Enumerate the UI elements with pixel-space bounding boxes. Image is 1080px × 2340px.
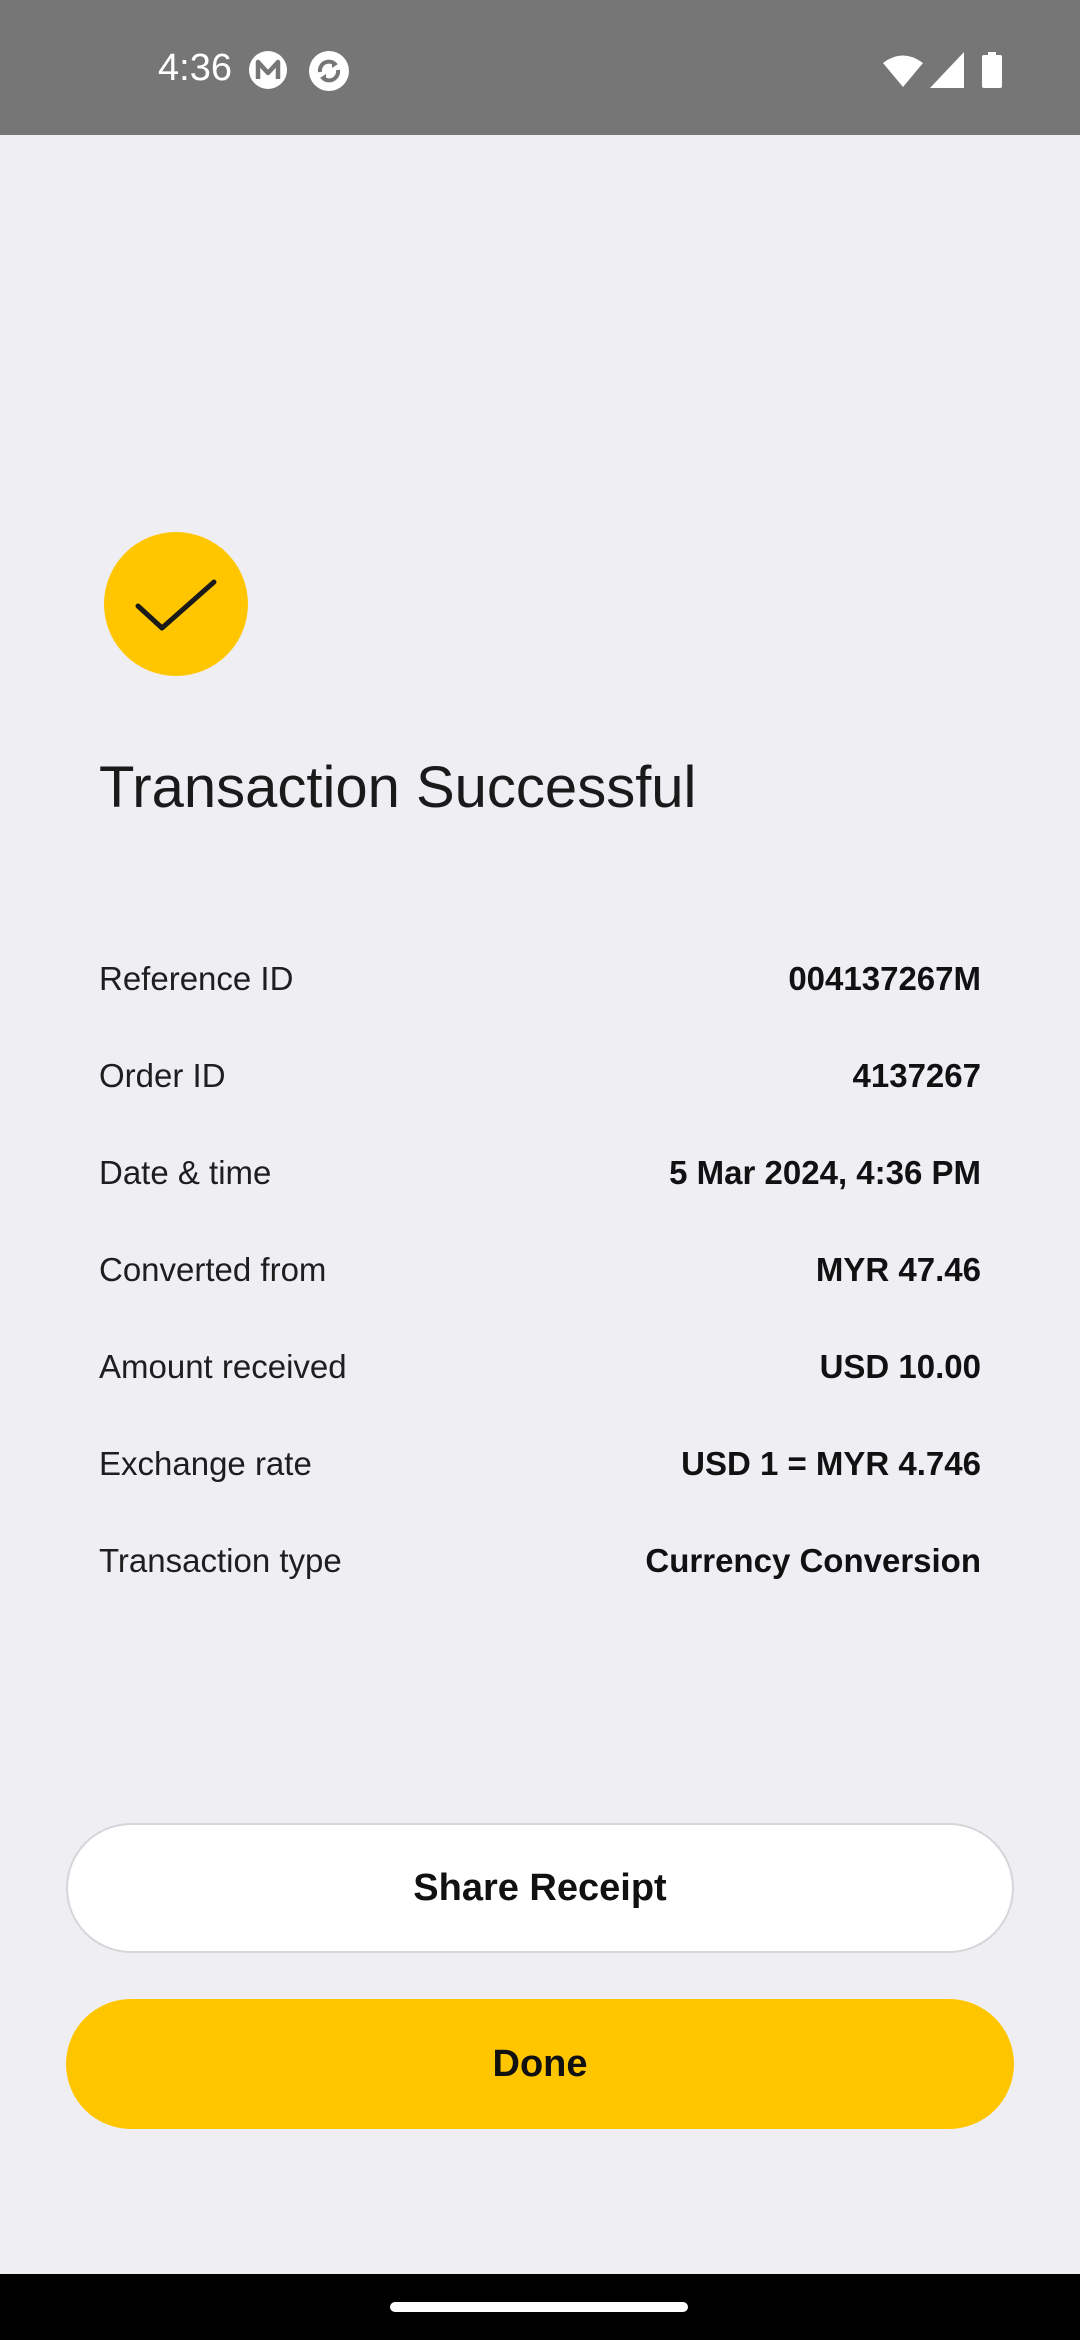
sync-icon xyxy=(308,50,350,92)
detail-label: Reference ID xyxy=(99,960,294,997)
detail-value: USD 1 = MYR 4.746 xyxy=(681,1445,981,1482)
checkmark-icon xyxy=(135,579,217,631)
detail-value: USD 10.00 xyxy=(819,1348,981,1385)
detail-value: 004137267M xyxy=(788,960,981,997)
detail-row-reference-id: Reference ID 004137267M xyxy=(99,950,981,1047)
detail-row-date-time: Date & time 5 Mar 2024, 4:36 PM xyxy=(99,1144,981,1241)
detail-row-converted-from: Converted from MYR 47.46 xyxy=(99,1241,981,1338)
detail-row-transaction-type: Transaction type Currency Conversion xyxy=(99,1532,981,1629)
detail-label: Amount received xyxy=(99,1348,347,1385)
detail-value: 4137267 xyxy=(852,1057,981,1094)
done-button[interactable]: Done xyxy=(66,1999,1014,2129)
detail-label: Order ID xyxy=(99,1057,226,1094)
share-receipt-button[interactable]: Share Receipt xyxy=(66,1823,1014,1953)
detail-label: Date & time xyxy=(99,1154,272,1191)
home-indicator[interactable] xyxy=(390,2302,688,2312)
transaction-success-screen: 4:36 Transaction Successful Reference ID… xyxy=(0,0,1080,2340)
transaction-details: Reference ID 004137267M Order ID 4137267… xyxy=(99,950,981,1629)
detail-value: 5 Mar 2024, 4:36 PM xyxy=(669,1154,981,1191)
detail-value: Currency Conversion xyxy=(645,1542,981,1579)
detail-value: MYR 47.46 xyxy=(815,1251,981,1288)
signal-icon xyxy=(930,52,964,88)
m-app-icon xyxy=(248,50,288,90)
page-title: Transaction Successful xyxy=(99,755,697,820)
detail-row-amount-received: Amount received USD 10.00 xyxy=(99,1338,981,1435)
detail-label: Converted from xyxy=(99,1251,327,1288)
detail-row-order-id: Order ID 4137267 xyxy=(99,1047,981,1144)
detail-label: Exchange rate xyxy=(99,1445,312,1482)
detail-row-exchange-rate: Exchange rate USD 1 = MYR 4.746 xyxy=(99,1435,981,1532)
status-time: 4:36 xyxy=(158,47,232,89)
detail-label: Transaction type xyxy=(99,1542,342,1579)
navigation-bar xyxy=(0,2274,1080,2340)
wifi-icon xyxy=(882,54,924,88)
status-bar: 4:36 xyxy=(0,0,1080,135)
battery-icon xyxy=(982,52,1002,88)
success-badge xyxy=(104,532,248,676)
